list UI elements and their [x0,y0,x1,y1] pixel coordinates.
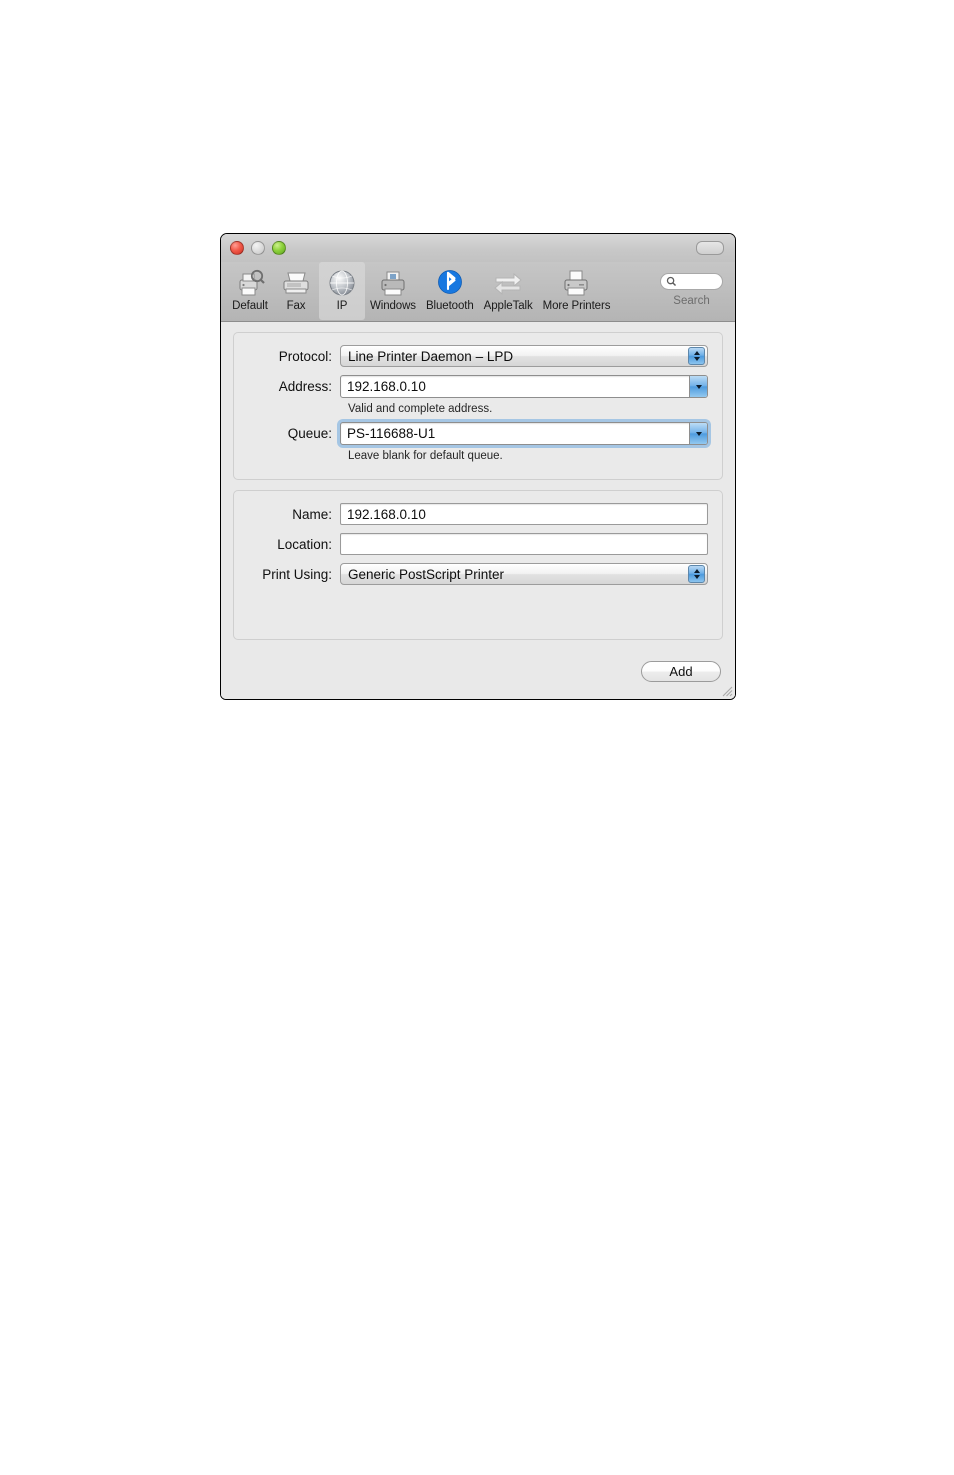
name-label: Name: [292,506,332,522]
add-printer-window: Default Fax IP Windows Bluetooth AppleTa… [220,233,736,700]
print-using-popup-button[interactable]: Generic PostScript Printer [340,563,708,585]
bluetooth-icon [432,266,468,300]
toolbar-item-appletalk[interactable]: AppleTalk [479,262,538,320]
toolbar-item-ip[interactable]: IP [319,262,365,320]
queue-label: Queue: [287,426,332,441]
location-label: Location: [277,536,332,552]
search-label: Search [673,295,710,307]
window-content: Protocol: Line Printer Daemon – LPD Addr… [221,322,735,699]
close-button[interactable] [230,241,244,255]
toolbar-item-more-printers[interactable]: More Printers [538,262,616,320]
toolbar-item-label: Default [232,300,268,312]
print-using-label: Print Using: [262,566,332,582]
protocol-row: Protocol: Line Printer Daemon – LPD [248,345,708,367]
toolbar-item-label: More Printers [542,300,611,312]
search-input[interactable] [660,273,723,290]
address-label: Address: [278,379,332,394]
address-combo-box[interactable]: 192.168.0.10 [340,375,708,398]
resize-grip-icon[interactable] [720,684,733,697]
toolbar-item-bluetooth[interactable]: Bluetooth [421,262,479,320]
toolbar-item-label: Fax [286,300,306,312]
add-button[interactable]: Add [641,661,721,682]
printer-details-panel: Name: 192.168.0.10 Location: Print Using… [233,490,723,640]
name-input[interactable]: 192.168.0.10 [341,507,426,522]
toolbar-item-windows[interactable]: Windows [365,262,421,320]
toolbar-search-group: Search [655,262,729,322]
queue-hint: Leave blank for default queue. [348,450,503,462]
window-titlebar [221,234,735,262]
two-arrows-icon [490,266,526,300]
printer-magnifier-icon [232,266,268,300]
zoom-button[interactable] [272,241,286,255]
printer-browser-toolbar: Default Fax IP Windows Bluetooth AppleTa… [221,262,735,322]
toolbar-item-label: Bluetooth [425,300,474,312]
name-row: Name: 192.168.0.10 [248,503,708,525]
toolbar-item-default[interactable]: Default [227,262,273,320]
minimize-button[interactable] [251,241,265,255]
address-row: Address: 192.168.0.10 [248,375,708,398]
printer-icon [558,266,594,300]
toolbar-item-label: Windows [370,300,416,312]
queue-combo-wrap: PS-116688-U1 [337,419,711,448]
protocol-value: Line Printer Daemon – LPD [348,348,514,364]
windows-printer-icon [375,266,411,300]
search-icon [666,276,677,287]
address-input[interactable]: 192.168.0.10 [341,379,689,394]
address-hint: Valid and complete address. [348,403,493,415]
chevron-down-icon[interactable] [689,376,707,397]
queue-input[interactable]: PS-116688-U1 [341,426,689,441]
chevron-down-icon[interactable] [689,423,707,444]
toolbar-item-label: IP [336,300,348,312]
print-using-row: Print Using: Generic PostScript Printer [248,563,708,585]
location-row: Location: [248,533,708,555]
protocol-popup-button[interactable]: Line Printer Daemon – LPD [340,345,708,367]
address-combo-wrap: 192.168.0.10 [340,375,708,398]
queue-combo-box[interactable]: PS-116688-U1 [340,422,708,445]
toolbar-toggle-button[interactable] [696,241,724,255]
print-using-value: Generic PostScript Printer [348,566,505,582]
fax-machine-icon [278,266,314,300]
name-field[interactable]: 192.168.0.10 [340,503,708,525]
location-field[interactable] [340,533,708,555]
toolbar-item-fax[interactable]: Fax [273,262,319,320]
window-footer: Add [221,657,735,699]
protocol-label: Protocol: [278,348,332,364]
chevron-updown-icon [688,347,705,365]
queue-row: Queue: PS-116688-U1 [248,419,711,448]
globe-icon [324,266,360,300]
window-controls [230,241,286,255]
connection-panel: Protocol: Line Printer Daemon – LPD Addr… [233,332,723,480]
toolbar-item-label: AppleTalk [483,300,533,312]
chevron-updown-icon [688,565,705,583]
